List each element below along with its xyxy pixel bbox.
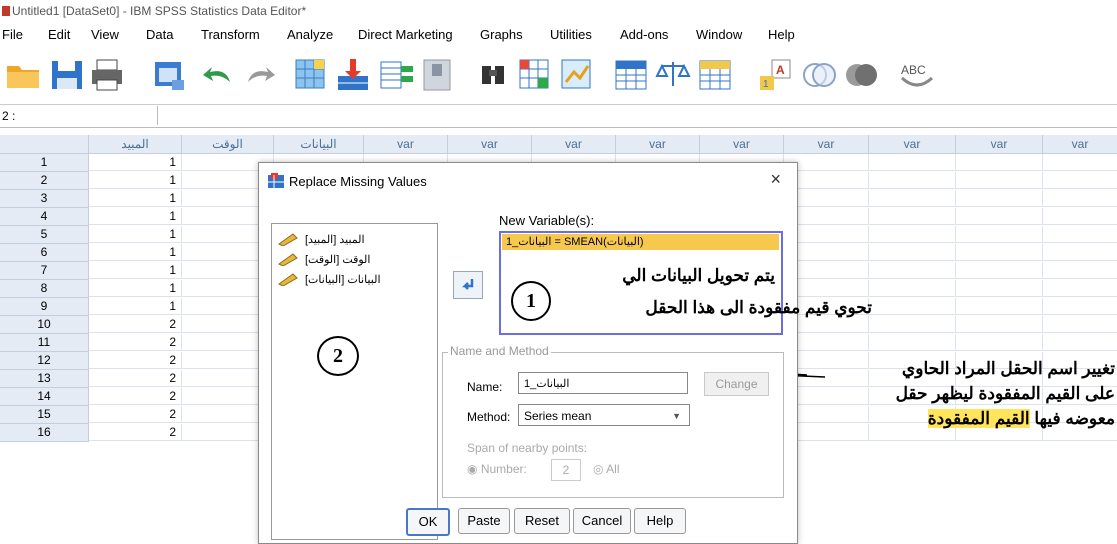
number-input[interactable]: 2 — [551, 459, 581, 481]
list-item[interactable]: البيانات [البيانات] — [277, 270, 432, 290]
all-radio[interactable]: ◎ All — [593, 462, 620, 476]
dialog-buttons: OK Paste Reset Cancel Help — [259, 508, 797, 538]
annotation-2-highlight-2: المفقودة — [927, 409, 995, 428]
name-and-method-group: Name and Method Name: البيانات_1 Change … — [442, 344, 784, 498]
help-button[interactable]: Help — [634, 508, 686, 534]
group-label: Name and Method — [448, 344, 551, 358]
annotation-2-highlight: القيم — [994, 409, 1030, 428]
all-label: All — [606, 462, 620, 476]
close-icon[interactable]: × — [770, 169, 781, 190]
source-variable-list[interactable]: المبيد [المبيد] الوقت [الوقت] البيانات [… — [271, 223, 438, 540]
name-input[interactable]: البيانات_1 — [518, 372, 688, 394]
reset-button[interactable]: Reset — [514, 508, 570, 534]
dialog-title: Replace Missing Values — [289, 174, 427, 189]
list-item[interactable]: الوقت [الوقت] — [277, 250, 432, 270]
chevron-down-icon: ▼ — [672, 411, 681, 421]
annotation-2-line3: معوضه فيها القيم المفقودة — [830, 406, 1115, 431]
list-item[interactable]: المبيد [المبيد] — [277, 230, 432, 250]
scale-variable-icon — [278, 273, 298, 286]
annotation-2-text: تغيير اسم الحقل المراد الحاوي على القيم … — [830, 356, 1115, 431]
method-label: Method: — [467, 410, 511, 424]
number-label: Number: — [480, 462, 527, 476]
new-variable-entry[interactable]: البيانات_1 = SMEAN(البيانات) — [502, 234, 779, 250]
annotation-1-line1-visible: يتم تحويل البيانات الي — [622, 266, 775, 285]
paste-button[interactable]: Paste — [458, 508, 510, 534]
new-variables-label: New Variable(s): — [499, 213, 595, 228]
number-radio[interactable]: ◉ Number: — [467, 462, 527, 476]
annotation-2-line2: على القيم المفقودة ليظهر حقل — [895, 384, 1115, 403]
dialog-app-icon — [268, 173, 284, 188]
name-label: Name: — [467, 380, 503, 394]
ok-button[interactable]: OK — [406, 508, 450, 536]
annotation-1-line2: تحوي قيم مفقودة الى هذا الحقل — [645, 298, 872, 317]
span-label: Span of nearby points: — [467, 441, 588, 455]
scale-variable-icon — [278, 233, 298, 246]
change-button[interactable]: Change — [704, 372, 769, 396]
variable-label: الوقت [الوقت] — [305, 254, 371, 266]
cancel-button[interactable]: Cancel — [573, 508, 631, 534]
annotation-2-line3-part: معوضه فيها — [1029, 409, 1115, 428]
variable-label: المبيد [المبيد] — [305, 234, 365, 246]
annotation-1-number: 1 — [511, 281, 551, 321]
method-select[interactable]: Series mean ▼ — [518, 404, 690, 426]
arrow-left-icon — [461, 279, 474, 290]
annotation-2-line1: تغيير اسم الحقل المراد الحاوي — [901, 359, 1115, 378]
scale-variable-icon — [278, 253, 298, 266]
move-variable-button[interactable] — [453, 271, 483, 299]
method-value: Series mean — [524, 409, 592, 423]
variable-label: البيانات [البيانات] — [305, 274, 381, 286]
annotation-2-number: 2 — [317, 336, 359, 376]
